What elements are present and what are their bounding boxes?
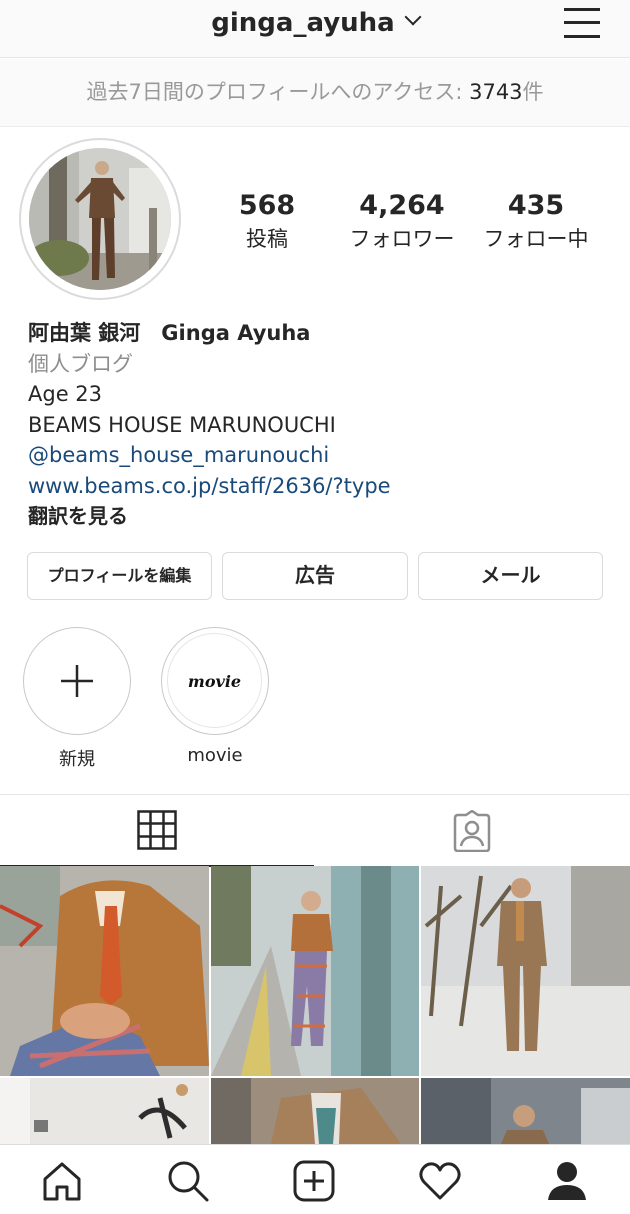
bottom-nav [0, 1144, 630, 1214]
grid-icon [137, 810, 177, 850]
email-button[interactable]: メール [418, 552, 603, 600]
posts-count: 568 [238, 190, 296, 221]
posts-label: 投稿 [246, 227, 288, 251]
post-thumbnail[interactable] [211, 1078, 419, 1144]
avatar[interactable] [19, 138, 181, 300]
chevron-down-icon [404, 8, 422, 26]
highlight-movie-cover-text: movie [167, 633, 262, 728]
highlight-new-circle [23, 627, 131, 735]
highlight-new[interactable]: 新規 [23, 627, 131, 771]
edit-profile-button[interactable]: プロフィールを編集 [27, 552, 212, 600]
mention-link[interactable]: @beams_house_marunouchi [28, 440, 608, 471]
highlight-movie-label: movie [187, 745, 243, 766]
access-label: 過去7日間のプロフィールへのアクセス: [86, 80, 470, 104]
home-icon[interactable] [40, 1159, 84, 1203]
ads-button[interactable]: 広告 [222, 552, 408, 600]
tab-tagged[interactable] [316, 795, 630, 867]
post-thumbnail[interactable] [421, 866, 630, 1076]
following-stat[interactable]: 435 フォロー中 [478, 190, 594, 253]
heart-icon[interactable] [418, 1159, 462, 1203]
display-name: 阿由葉 銀河 Ginga Ayuha [28, 321, 311, 345]
post-thumbnail[interactable] [0, 866, 209, 1076]
hamburger-menu-icon[interactable] [564, 8, 600, 38]
profile-bio: 阿由葉 銀河 Ginga Ayuha 個人ブログ Age 23 BEAMS HO… [28, 318, 608, 532]
plus-icon [60, 664, 93, 697]
highlight-movie[interactable]: movie movie [161, 627, 269, 766]
post-thumbnail[interactable] [211, 866, 419, 1076]
posts-stat[interactable]: 568 投稿 [228, 190, 306, 253]
access-suffix: 件 [522, 80, 544, 104]
username-label: ginga_ayuha [211, 8, 395, 38]
search-icon[interactable] [166, 1159, 210, 1203]
avatar-photo [29, 148, 171, 290]
highlight-movie-cover: movie [161, 627, 269, 735]
followers-label: フォロワー [349, 227, 455, 251]
access-count: 3743 [469, 80, 523, 104]
new-post-icon[interactable] [292, 1159, 336, 1203]
tagged-person-icon [453, 810, 491, 852]
following-label: フォロー中 [483, 227, 589, 251]
username-switcher[interactable]: ginga_ayuha [0, 8, 630, 38]
post-thumbnail[interactable] [0, 1078, 209, 1144]
profile-access-banner[interactable]: 過去7日間のプロフィールへのアクセス: 3743件 [0, 59, 630, 127]
translate-link[interactable]: 翻訳を見る [28, 501, 608, 532]
bio-line-age: Age 23 [28, 382, 103, 406]
bio-line-shop: BEAMS HOUSE MARUNOUCHI [28, 412, 336, 437]
highlight-new-label: 新規 [59, 749, 95, 770]
followers-stat[interactable]: 4,264 フォロワー [344, 190, 460, 253]
post-thumbnail[interactable] [421, 1078, 630, 1144]
posts-grid [0, 866, 630, 1144]
profile-tabs [0, 794, 630, 867]
top-bar: ginga_ayuha [0, 0, 630, 58]
website-link[interactable]: www.beams.co.jp/staff/2636/?type [28, 471, 608, 502]
tab-grid[interactable] [0, 795, 314, 867]
profile-category: 個人ブログ [28, 351, 133, 376]
followers-count: 4,264 [359, 190, 445, 221]
profile-icon[interactable] [545, 1159, 589, 1203]
following-count: 435 [507, 190, 565, 221]
